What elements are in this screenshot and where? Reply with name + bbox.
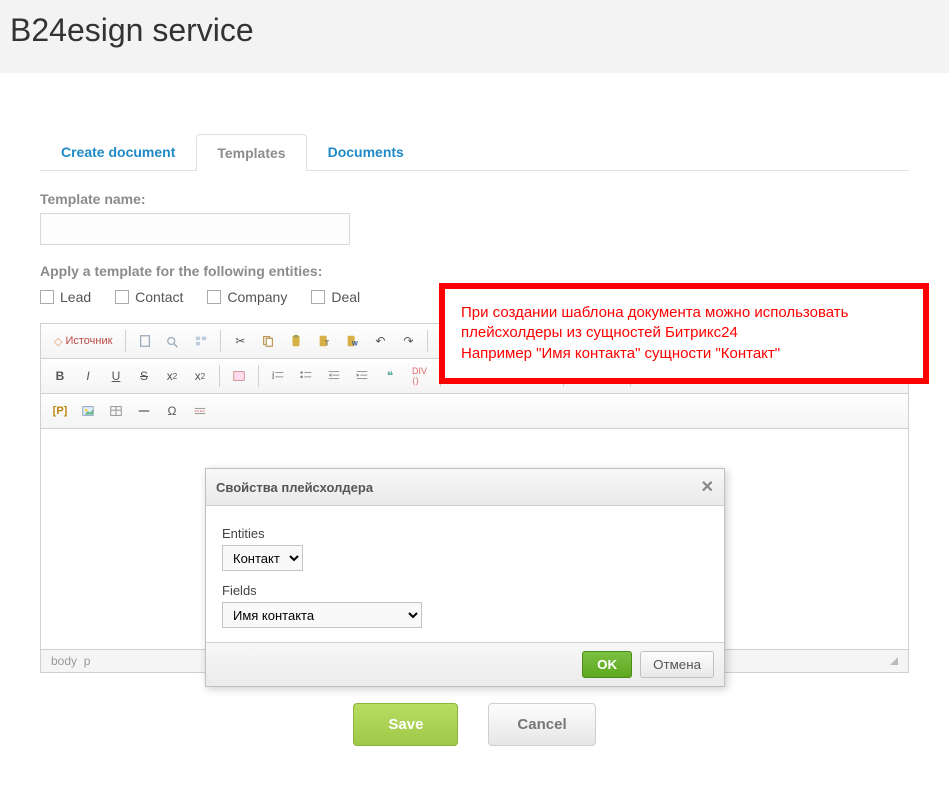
callout-line2: Например "Имя контакта" сущности "Контак… — [461, 344, 907, 364]
div-icon[interactable]: DIV⟨⟩ — [405, 363, 434, 389]
bullet-list-icon[interactable] — [293, 363, 319, 389]
separator — [427, 330, 428, 352]
callout-line1: При создании шаблона документа можно исп… — [461, 303, 907, 344]
checkbox-icon — [311, 290, 325, 304]
strike-icon[interactable]: S — [131, 363, 157, 389]
outdent-icon[interactable] — [321, 363, 347, 389]
separator — [219, 365, 220, 387]
check-lead-label: Lead — [60, 289, 91, 305]
remove-format-icon[interactable] — [226, 363, 252, 389]
placeholder-p-icon[interactable]: [P] — [47, 398, 73, 424]
check-deal[interactable]: Deal — [311, 289, 360, 305]
numbered-list-icon[interactable]: 12 — [265, 363, 291, 389]
check-lead[interactable]: Lead — [40, 289, 91, 305]
dialog-ok-button[interactable]: OK — [582, 651, 632, 678]
page-break-icon[interactable] — [187, 398, 213, 424]
check-deal-label: Deal — [331, 289, 360, 305]
image-icon[interactable] — [75, 398, 101, 424]
templates-icon[interactable] — [188, 328, 214, 354]
help-callout: При создании шаблона документа можно исп… — [439, 283, 929, 384]
undo-icon[interactable]: ↶ — [367, 328, 393, 354]
save-button[interactable]: Save — [353, 703, 458, 746]
preview-icon[interactable] — [160, 328, 186, 354]
checkbox-icon — [207, 290, 221, 304]
check-company-label: Company — [227, 289, 287, 305]
separator — [258, 365, 259, 387]
source-label: Источник — [65, 335, 112, 347]
indent-icon[interactable] — [349, 363, 375, 389]
hr-icon[interactable] — [131, 398, 157, 424]
tab-create-document[interactable]: Create document — [40, 133, 196, 170]
blockquote-icon[interactable]: ❝ — [377, 363, 403, 389]
paste-text-icon[interactable]: T — [311, 328, 337, 354]
page-title: B24esign service — [10, 12, 949, 49]
check-company[interactable]: Company — [207, 289, 287, 305]
svg-text:W: W — [352, 340, 358, 347]
tab-documents[interactable]: Documents — [307, 133, 425, 170]
svg-text:T: T — [325, 340, 330, 347]
italic-icon[interactable]: I — [75, 363, 101, 389]
paste-icon[interactable] — [283, 328, 309, 354]
check-contact-label: Contact — [135, 289, 183, 305]
cut-icon[interactable]: ✂ — [227, 328, 253, 354]
new-page-icon[interactable] — [132, 328, 158, 354]
tab-bar: Create document Templates Documents — [40, 133, 909, 171]
table-icon[interactable] — [103, 398, 129, 424]
source-button[interactable]: ◇Источник — [47, 328, 119, 354]
svg-text:2: 2 — [272, 375, 275, 380]
separator — [220, 330, 221, 352]
fields-label: Fields — [222, 583, 708, 598]
subscript-icon[interactable]: x2 — [159, 363, 185, 389]
dialog-close-icon[interactable]: ✕ — [701, 477, 714, 497]
redo-icon[interactable]: ↷ — [395, 328, 421, 354]
underline-icon[interactable]: U — [103, 363, 129, 389]
apply-entities-label: Apply a template for the following entit… — [40, 263, 909, 279]
tab-templates[interactable]: Templates — [196, 134, 306, 171]
template-name-label: Template name: — [40, 191, 909, 207]
entities-label: Entities — [222, 526, 708, 541]
cancel-button[interactable]: Cancel — [488, 703, 595, 746]
fields-select[interactable]: Имя контакта — [222, 602, 422, 628]
dialog-title: Свойства плейсхолдера — [216, 480, 373, 495]
bold-icon[interactable]: B — [47, 363, 73, 389]
copy-icon[interactable] — [255, 328, 281, 354]
placeholder-properties-dialog: Свойства плейсхолдера ✕ Entities Контакт… — [205, 468, 725, 687]
editor-element-path[interactable]: body p — [51, 654, 90, 668]
checkbox-icon — [40, 290, 54, 304]
superscript-icon[interactable]: x2 — [187, 363, 213, 389]
entities-select[interactable]: Контакт — [222, 545, 303, 571]
checkbox-icon — [115, 290, 129, 304]
template-name-input[interactable] — [40, 213, 350, 245]
separator — [125, 330, 126, 352]
resize-handle-icon[interactable] — [890, 657, 898, 665]
dialog-cancel-button[interactable]: Отмена — [640, 651, 714, 678]
check-contact[interactable]: Contact — [115, 289, 183, 305]
paste-word-icon[interactable]: W — [339, 328, 365, 354]
special-char-icon[interactable]: Ω — [159, 398, 185, 424]
